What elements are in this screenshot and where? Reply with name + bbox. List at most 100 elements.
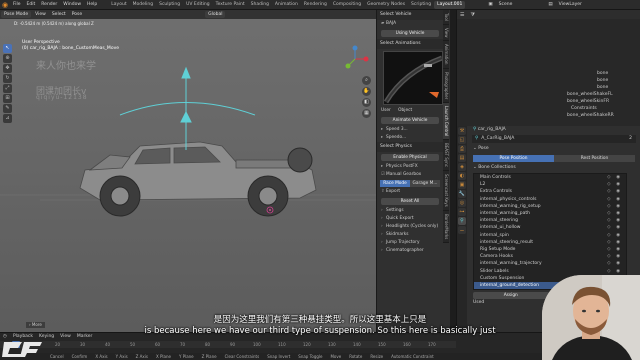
select-animations-header[interactable]: Select Animations — [377, 39, 443, 49]
scene-icon[interactable]: ▣ — [485, 0, 495, 10]
tab-animation[interactable]: Animation — [443, 41, 449, 69]
world-props-icon[interactable]: ◐ — [458, 172, 466, 180]
outliner-row[interactable]: bone — [557, 70, 614, 77]
list-item[interactable]: internal_steering ◇ ◉ — [474, 217, 626, 224]
visibility-icons[interactable]: ◇ ◉ — [607, 217, 622, 224]
workspace-tab-compositing[interactable]: Compositing — [330, 1, 364, 9]
list-item[interactable]: internal_warning_path ◇ ◉ — [474, 210, 626, 217]
move-tool-icon[interactable]: ✥ — [3, 64, 12, 73]
outliner-row[interactable]: bone_wheelSkinFR — [557, 98, 614, 105]
camera-icon[interactable]: ◧ — [362, 98, 371, 107]
menu-render[interactable]: Render — [38, 0, 60, 10]
garage-mode-button[interactable]: Garage M... — [410, 180, 440, 187]
view-layer-props-icon[interactable]: ▤ — [458, 154, 466, 162]
modifier-props-icon[interactable]: 🔧 — [458, 190, 466, 198]
menu-edit[interactable]: Edit — [24, 0, 39, 10]
workspace-tab-scripting[interactable]: Scripting — [408, 1, 434, 9]
scale-tool-icon[interactable]: ⤢ — [3, 84, 12, 93]
list-item[interactable]: Slider Labels ◇ ◉ — [474, 268, 626, 275]
select-vehicle-header[interactable]: Select Vehicle — [377, 10, 443, 20]
timeline-ruler[interactable]: 10 20 30 40 50 60 70 80 90 100 110 120 1… — [0, 341, 456, 348]
pan-hand-icon[interactable]: ✋ — [362, 87, 371, 96]
workspace-tab-rendering[interactable]: Rendering — [301, 1, 330, 9]
select-tool-icon[interactable]: ↖ — [3, 44, 12, 53]
rest-position-button[interactable]: Rest Position — [554, 155, 635, 162]
visibility-icons[interactable]: ◇ ◉ — [607, 188, 622, 195]
visibility-icons[interactable]: ◇ ◉ — [607, 268, 622, 275]
speedo-row[interactable]: ▸ Speedo... — [377, 134, 443, 142]
workspace-tab-uv-editing[interactable]: UV Editing — [183, 1, 212, 9]
mode-selector[interactable]: Pose Mode — [1, 11, 32, 18]
reset-all-button[interactable]: Reset All — [381, 198, 439, 205]
menu-jump-trajectory[interactable]: › Jump Trajectory — [377, 239, 443, 247]
list-item[interactable]: internal_warning_trajectory ◇ ◉ — [474, 260, 626, 267]
tab-bordermarks[interactable]: BorderMarks — [443, 210, 449, 244]
workspace-tab-texture-paint[interactable]: Texture Paint — [213, 1, 248, 9]
workspace-tab-geometry-nodes[interactable]: Geometry Nodes — [364, 1, 408, 9]
view-layer-selector[interactable]: ViewLayer — [556, 0, 585, 10]
armature-data-icon[interactable]: ⚲ — [458, 217, 466, 225]
tab-launch-control[interactable]: Launch Control — [443, 102, 449, 141]
scene-props-icon[interactable]: ◈ — [458, 163, 466, 171]
list-item[interactable]: internal_spin ◇ ◉ — [474, 232, 626, 239]
object-label[interactable]: Object — [398, 108, 412, 113]
visibility-icons[interactable]: ◇ ◉ — [607, 203, 622, 210]
rotate-tool-icon[interactable]: ↻ — [3, 74, 12, 83]
tool-props-icon[interactable]: ⚒ — [458, 127, 466, 135]
list-item[interactable]: Main Controls ◇ ◉ — [474, 174, 626, 181]
visibility-icons[interactable]: ◇ ◉ — [607, 232, 622, 239]
annotate-tool-icon[interactable]: ✎ — [3, 104, 12, 113]
measure-tool-icon[interactable]: ⊿ — [3, 114, 12, 123]
menu-file[interactable]: File — [10, 0, 24, 10]
menu-headlights[interactable]: › Headlights (Cycles only) — [377, 223, 443, 231]
user-label[interactable]: User — [381, 108, 391, 113]
list-item[interactable]: L2 ◇ ◉ — [474, 181, 626, 188]
physics-postfx-row[interactable]: ▸ Physics PostFX — [377, 163, 443, 171]
menu-cinematographer[interactable]: › Cinematographer — [377, 247, 443, 255]
cursor-tool-icon[interactable]: ⊕ — [3, 54, 12, 63]
zoom-icon[interactable]: ⌕ — [362, 76, 371, 85]
grid-icon[interactable]: ▦ — [362, 109, 371, 118]
enable-physics-button[interactable]: Enable Physical — [381, 154, 439, 161]
outliner-row[interactable]: bone_wheelShakeFL — [557, 91, 614, 98]
visibility-icons[interactable]: ◇ ◉ — [607, 260, 622, 267]
visibility-icons[interactable]: ◇ ◉ — [607, 181, 622, 188]
workspace-tab-modeling[interactable]: Modeling — [130, 1, 156, 9]
object-props-icon[interactable]: ▣ — [458, 181, 466, 189]
select-physics-header[interactable]: Select Physics — [377, 142, 443, 152]
list-item[interactable]: Camera Hooks ◇ ◉ — [474, 253, 626, 260]
navigation-gizmo[interactable] — [340, 44, 370, 74]
visibility-icons[interactable]: ◇ ◉ — [607, 174, 622, 181]
pose-menu[interactable]: Pose — [69, 10, 85, 19]
manual-gearbox-row[interactable]: ☑Manual Gearbox — [377, 171, 443, 179]
export-row[interactable]: ⇪Export — [377, 188, 443, 196]
constraints-props-icon[interactable]: ⊶ — [458, 208, 466, 216]
list-item[interactable]: Extra Controls ◇ ◉ — [474, 188, 626, 195]
menu-skidmarks[interactable]: › Skidmarks — [377, 231, 443, 239]
list-item[interactable]: internal_warning_rig_setup ◇ ◉ — [474, 203, 626, 210]
output-props-icon[interactable]: ⎙ — [458, 145, 466, 153]
tab-view[interactable]: View — [443, 24, 449, 42]
tab-tool[interactable]: Tool — [443, 10, 449, 25]
workspace-tab-layout-001[interactable]: Layout.001 — [434, 1, 466, 9]
workspace-tab-shading[interactable]: Shading — [248, 1, 272, 9]
assign-button[interactable]: Assign — [473, 292, 549, 300]
outliner-row[interactable]: bone — [557, 84, 614, 91]
vehicle-field[interactable]: ▰ BAJA — [377, 20, 443, 28]
bone-collections-header[interactable]: ⌄ Bone Collections — [469, 164, 639, 172]
outliner-row[interactable]: bone_wheelShakeRR — [557, 112, 614, 119]
menu-window[interactable]: Window — [60, 0, 84, 10]
outliner-row[interactable]: Constraints — [557, 105, 614, 112]
pose-position-button[interactable]: Pose Position — [473, 155, 554, 162]
view-layer-icon[interactable]: ▤ — [545, 0, 555, 10]
using-vehicle-button[interactable]: Using Vehicle — [381, 30, 439, 37]
workspace-tab-sculpting[interactable]: Sculpting — [156, 1, 183, 9]
visibility-icons[interactable]: ◇ ◉ — [607, 210, 622, 217]
list-item[interactable]: internal_ui_hollow ◇ ◉ — [474, 224, 626, 231]
pose-panel-header[interactable]: ⌄ Pose — [469, 145, 639, 153]
filter-icon[interactable]: ⧩ — [467, 12, 477, 18]
tab-beast-sync[interactable]: BEAST Sync — [443, 140, 449, 172]
outliner[interactable]: ☰ ⧩ bone bone bone bone_wheelShakeFL bon… — [457, 10, 640, 122]
render-props-icon[interactable]: ◱ — [458, 136, 466, 144]
visibility-icons[interactable]: ◇ ◉ — [607, 224, 622, 231]
